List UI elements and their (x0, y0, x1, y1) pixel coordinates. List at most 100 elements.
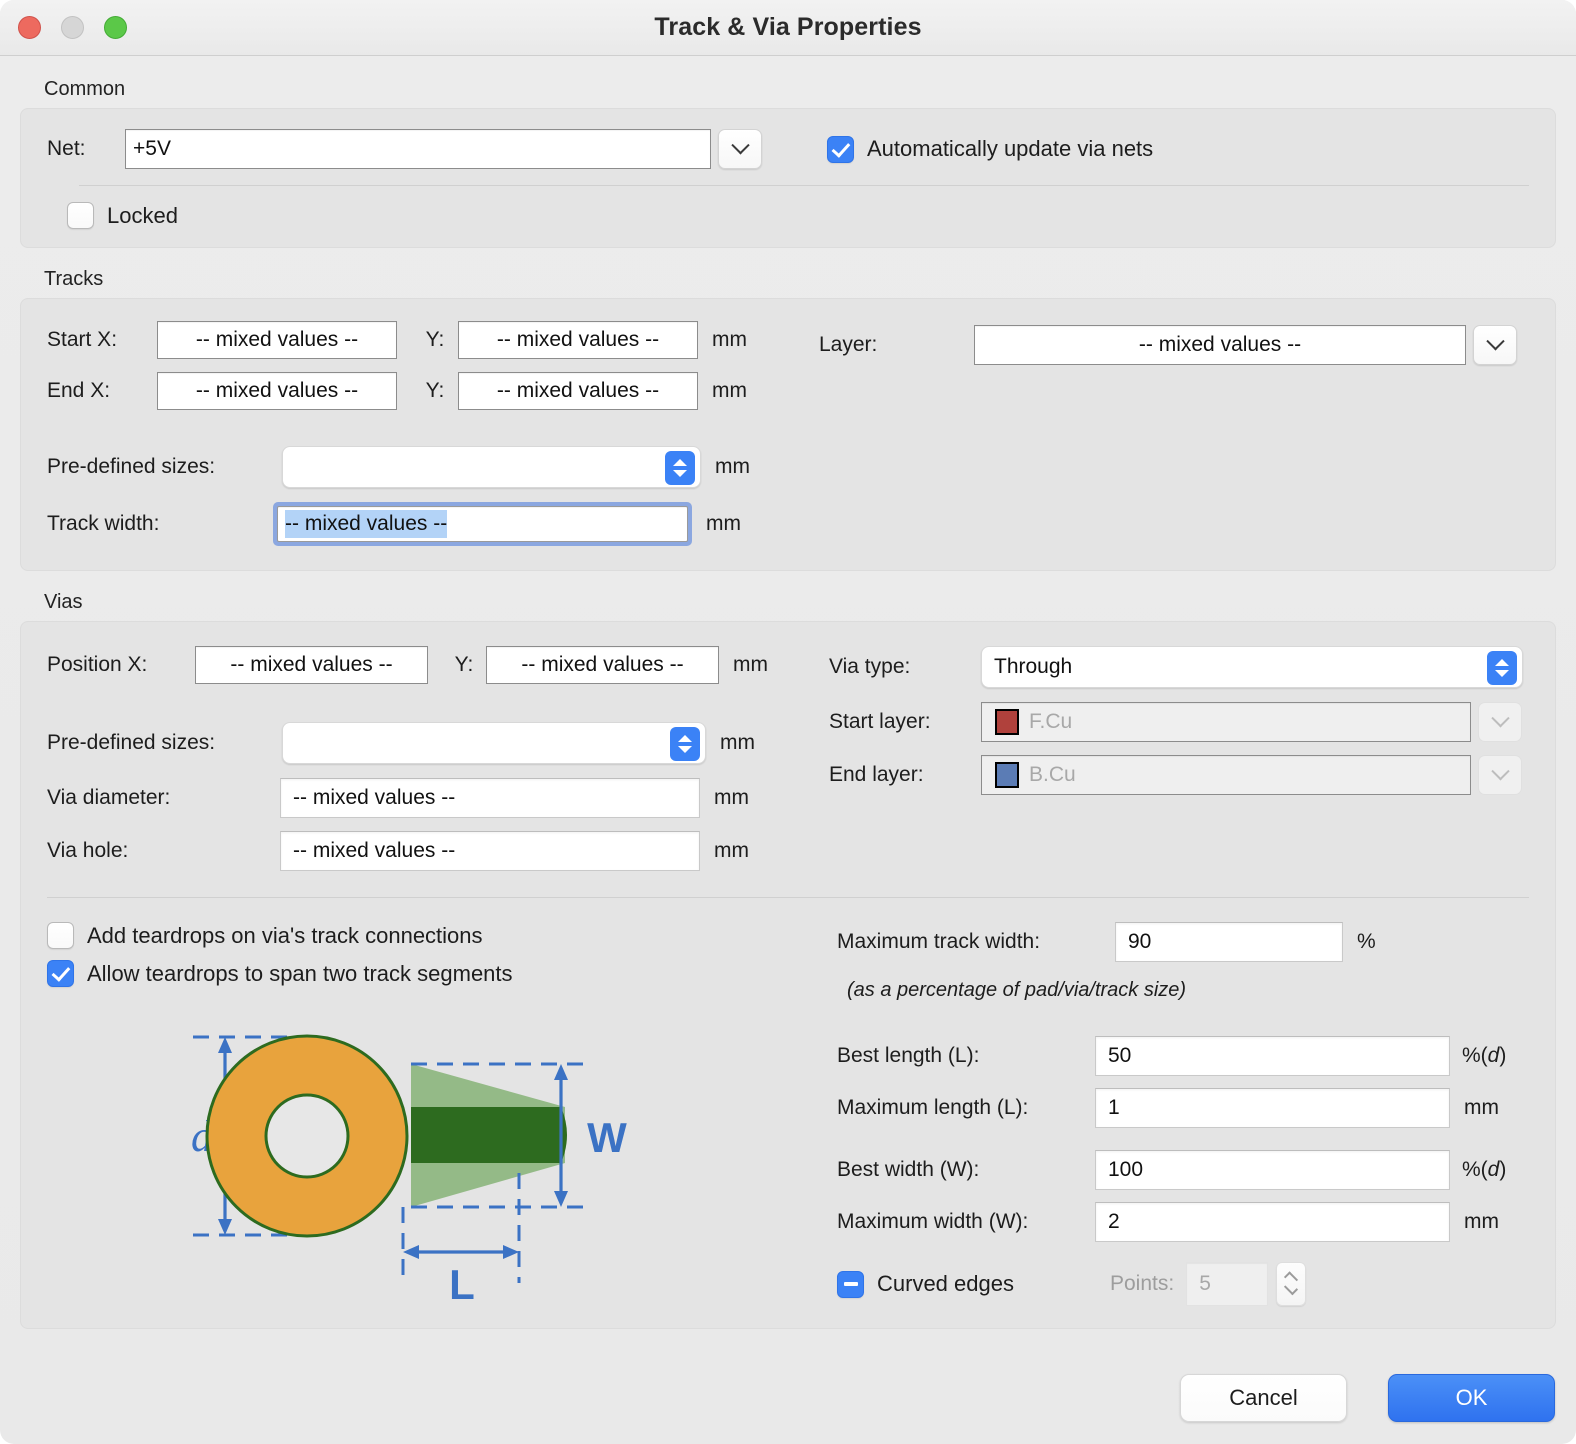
max-width-input[interactable]: 2 (1095, 1202, 1450, 1242)
net-input[interactable]: +5V (125, 129, 711, 169)
percentage-note: (as a percentage of pad/via/track size) (847, 979, 1187, 1001)
via-diameter-input[interactable]: -- mixed values -- (280, 778, 700, 818)
vias-teardrops-divider (47, 897, 1529, 898)
window-title: Track & Via Properties (654, 13, 922, 41)
max-length-input[interactable]: 1 (1095, 1088, 1450, 1128)
tracks-group-label: Tracks (44, 268, 104, 290)
via-hole-row: Via hole: -- mixed values -- mm (47, 831, 819, 871)
track-layer-dropdown-button[interactable] (1473, 325, 1517, 365)
track-via-properties-dialog: Track & Via Properties Common Net: +5V A… (0, 0, 1576, 1444)
add-teardrops-row[interactable]: Add teardrops on via's track connections (47, 922, 827, 949)
dialog-content: Common Net: +5V Automatically update via… (0, 78, 1576, 1329)
track-predefined-unit: mm (715, 455, 750, 478)
via-position-y-label: Y: (454, 653, 474, 676)
track-start-y-input[interactable]: -- mixed values -- (458, 321, 698, 359)
start-layer-color-swatch (995, 709, 1019, 735)
locked-label: Locked (107, 202, 178, 228)
track-start-x-label: Start X: (47, 328, 118, 351)
via-diameter-unit: mm (714, 786, 749, 809)
chevron-down-icon (1284, 1281, 1299, 1296)
via-position-y-input[interactable]: -- mixed values -- (486, 646, 719, 684)
curved-edges-group[interactable]: Curved edges (837, 1270, 1014, 1298)
vias-group-label: Vias (44, 591, 83, 613)
span-teardrops-row[interactable]: Allow teardrops to span two track segmen… (47, 960, 827, 987)
best-length-label: Best length (L): (837, 1044, 980, 1067)
track-width-label: Track width: (47, 512, 160, 535)
via-start-layer-value: F.Cu (1029, 710, 1073, 733)
points-input: 5 (1186, 1262, 1269, 1306)
track-width-field-focus[interactable]: -- mixed values -- (273, 502, 692, 546)
common-group-label: Common (44, 78, 126, 100)
track-start-unit: mm (712, 328, 747, 351)
dimension-w-label: W (587, 1114, 627, 1161)
chevron-down-icon (730, 135, 750, 154)
points-label: Points: (1109, 1272, 1175, 1295)
best-width-row: Best width (W): 100 %(d) (837, 1150, 1529, 1190)
track-end-x-input[interactable]: -- mixed values -- (157, 372, 397, 410)
points-stepper (1276, 1262, 1307, 1306)
track-start-y-label: Y: (425, 328, 445, 351)
via-end-layer-dropdown-button (1478, 755, 1522, 795)
via-position-unit: mm (733, 653, 768, 676)
end-layer-color-swatch (995, 762, 1019, 788)
track-predefined-row: Pre-defined sizes: mm (47, 446, 807, 488)
via-type-select[interactable]: Through (981, 646, 1523, 688)
via-predefined-row: Pre-defined sizes: mm (47, 722, 819, 764)
via-start-layer-label: Start layer: (829, 710, 931, 733)
via-end-layer-row: End layer: B.Cu (829, 755, 1529, 795)
span-teardrops-label: Allow teardrops to span two track segmen… (87, 960, 513, 986)
track-layer-input[interactable]: -- mixed values -- (974, 325, 1466, 365)
stepper-chevrons-icon[interactable] (1487, 651, 1517, 685)
via-end-layer-label: End layer: (829, 763, 924, 786)
track-predefined-select[interactable] (282, 446, 701, 488)
via-predefined-select[interactable] (282, 722, 706, 764)
stepper-chevrons-icon[interactable] (665, 451, 695, 485)
via-end-layer-input: B.Cu (981, 755, 1471, 795)
stepper-chevrons-icon[interactable] (670, 727, 700, 761)
max-length-label: Maximum length (L): (837, 1096, 1029, 1119)
span-teardrops-checkbox[interactable] (47, 960, 74, 987)
best-width-input[interactable]: 100 (1095, 1150, 1450, 1190)
via-diameter-row: Via diameter: -- mixed values -- mm (47, 778, 819, 818)
max-length-row: Maximum length (L): 1 mm (837, 1088, 1529, 1128)
track-width-input[interactable]: -- mixed values -- (277, 506, 688, 542)
max-track-width-input[interactable]: 90 (1115, 922, 1343, 962)
locked-checkbox[interactable] (67, 202, 94, 229)
via-end-layer-value: B.Cu (1029, 763, 1076, 786)
via-start-layer-dropdown-button (1478, 702, 1522, 742)
via-hole-input[interactable]: -- mixed values -- (280, 831, 700, 871)
curved-edges-checkbox[interactable] (837, 1270, 864, 1298)
max-width-label: Maximum width (W): (837, 1210, 1029, 1233)
net-dropdown-button[interactable] (718, 129, 762, 169)
track-layer-label: Layer: (819, 333, 878, 356)
best-length-row: Best length (L): 50 %(d) (837, 1036, 1529, 1076)
best-length-input[interactable]: 50 (1095, 1036, 1450, 1076)
tracks-panel: Start X: -- mixed values -- Y: -- mixed … (20, 298, 1556, 571)
title-bar: Track & Via Properties (0, 0, 1576, 56)
ok-button[interactable]: OK (1388, 1374, 1555, 1422)
via-predefined-unit: mm (720, 731, 755, 754)
best-width-label: Best width (W): (837, 1158, 980, 1181)
add-teardrops-label: Add teardrops on via's track connections (87, 922, 483, 948)
chevron-down-icon (1490, 761, 1510, 780)
max-track-width-row: Maximum track width: 90 % (837, 922, 1529, 962)
via-type-row: Via type: Through (829, 646, 1529, 688)
via-position-x-label: Position X: (47, 653, 148, 676)
track-end-y-label: Y: (425, 379, 445, 402)
via-start-layer-input: F.Cu (981, 702, 1471, 742)
track-end-y-input[interactable]: -- mixed values -- (458, 372, 698, 410)
cancel-button[interactable]: Cancel (1180, 1374, 1347, 1422)
common-panel: Net: +5V Automatically update via nets L… (20, 108, 1556, 248)
locked-row[interactable]: Locked (67, 202, 1529, 229)
track-predefined-label: Pre-defined sizes: (47, 455, 216, 478)
auto-update-via-nets-row[interactable]: Automatically update via nets (827, 135, 1154, 163)
auto-update-via-nets-label: Automatically update via nets (867, 136, 1154, 161)
add-teardrops-checkbox[interactable] (47, 922, 74, 949)
teardrop-diagram-svg: d W L (191, 1034, 627, 1308)
max-width-row: Maximum width (W): 2 mm (837, 1202, 1529, 1242)
auto-update-via-nets-checkbox[interactable] (827, 135, 854, 163)
max-track-width-unit: % (1357, 930, 1376, 953)
track-start-row: Start X: -- mixed values -- Y: -- mixed … (47, 321, 807, 359)
via-position-x-input[interactable]: -- mixed values -- (195, 646, 428, 684)
track-start-x-input[interactable]: -- mixed values -- (157, 321, 397, 359)
